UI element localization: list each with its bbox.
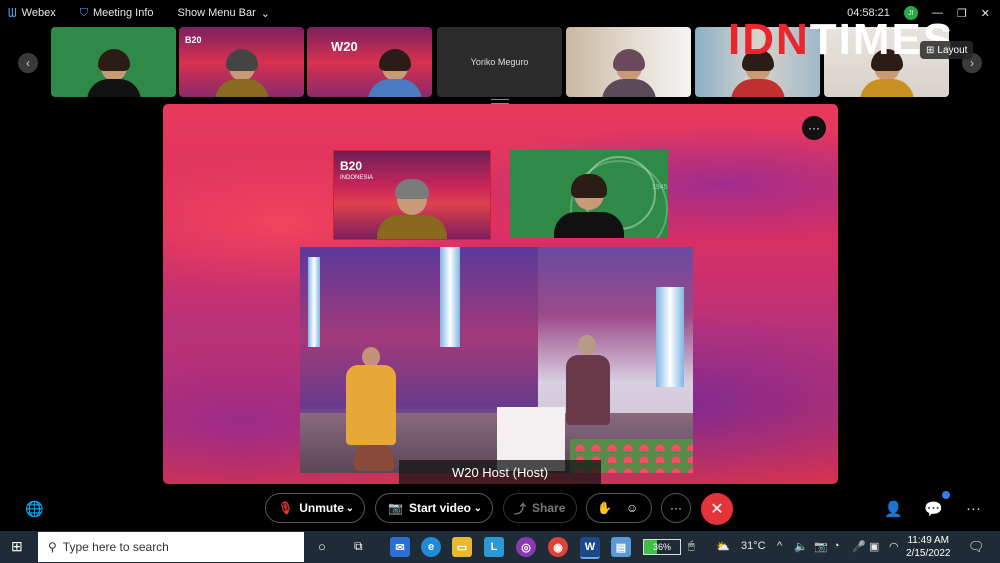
task-view-icon[interactable]: ⧉ xyxy=(354,539,363,554)
participant-figure xyxy=(214,49,269,97)
participant-figure xyxy=(601,49,656,97)
lync-app-icon[interactable]: L xyxy=(484,537,504,557)
chevron-left-icon: ‹ xyxy=(26,56,30,70)
chrome-browser-icon[interactable]: ◉ xyxy=(548,537,568,557)
main-video-stage: ··· B20 INDONESIA 1901 1945 xyxy=(163,104,838,484)
chevron-up-icon[interactable]: ^ xyxy=(777,540,782,552)
share-icon: ⤴ xyxy=(514,501,527,516)
chat-icon[interactable]: 💬 xyxy=(924,500,943,518)
close-icon: ✕ xyxy=(710,501,724,518)
more-panels-icon[interactable]: ··· xyxy=(966,500,981,517)
chevron-down-icon[interactable]: ⌄ xyxy=(346,503,364,514)
globe-icon[interactable]: 🌐 xyxy=(25,500,44,518)
seal-year-right: 1945 xyxy=(652,184,668,191)
show-menu-bar-button[interactable]: Show Menu Bar ⌄ xyxy=(178,7,270,20)
b20-logo-text: B20 xyxy=(340,159,363,173)
webex-logo-icon: ᗯ xyxy=(8,5,17,20)
search-placeholder: Type here to search xyxy=(62,540,169,554)
reactions-group: ✋ ☺ xyxy=(586,493,652,523)
volume-icon[interactable]: 🔈 xyxy=(794,540,808,553)
speaker-figure xyxy=(554,172,624,238)
webex-app-label[interactable]: ᗯ Webex xyxy=(8,6,56,21)
webex-taskbar-icon[interactable]: W xyxy=(580,537,600,559)
taskbar-clock[interactable]: 11:49 AM 2/15/2022 xyxy=(906,534,951,560)
ellipsis-icon: ··· xyxy=(670,501,682,515)
flag-left xyxy=(308,257,320,347)
chat-notification-dot xyxy=(942,491,950,499)
grid-icon: ⊞ xyxy=(926,44,935,56)
weather-temperature[interactable]: 31°C xyxy=(741,540,766,552)
participant-name-label: Yoriko Meguro xyxy=(437,27,562,97)
display-icon[interactable]: ▣ xyxy=(869,540,879,553)
chevron-down-icon: ⌄ xyxy=(260,7,270,20)
search-icon: ⚲ xyxy=(48,540,57,554)
share-button[interactable]: ⤴ Share xyxy=(503,493,577,523)
windows-start-icon[interactable]: ⊞ xyxy=(11,538,23,555)
show-menu-bar-label: Show Menu Bar xyxy=(177,7,256,19)
strip-prev-button[interactable]: ‹ xyxy=(18,53,38,73)
speaker-figure xyxy=(377,177,447,239)
participant-thumb-3[interactable]: W20 xyxy=(307,27,432,97)
stage-tile-green: 1901 1945 xyxy=(510,150,668,238)
start-video-label: Start video xyxy=(408,501,471,515)
ellipsis-icon: ··· xyxy=(808,121,820,135)
app-name: Webex xyxy=(21,7,56,19)
app-icon-purple[interactable]: ◎ xyxy=(516,537,536,557)
microphone-icon[interactable]: 🎤 xyxy=(852,540,866,553)
weather-icon[interactable]: ⛅ xyxy=(716,540,730,553)
participant-thumb-1[interactable] xyxy=(51,27,176,97)
participant-thumb-yoriko[interactable]: Yoriko Meguro xyxy=(437,27,562,97)
video-off-icon: 📷 xyxy=(388,501,403,515)
watermark-idn: IDN xyxy=(728,15,810,64)
clock-date: 2/15/2022 xyxy=(906,548,951,559)
participant-thumb-2[interactable]: B20 xyxy=(179,27,304,97)
stage-tile-b20: B20 INDONESIA xyxy=(333,150,491,240)
close-icon[interactable]: ✕ xyxy=(981,7,990,20)
w20-logo-text: W20 xyxy=(331,39,358,54)
participant-thumb-5[interactable] xyxy=(566,27,691,97)
argentina-flag xyxy=(656,287,684,387)
file-explorer-icon[interactable]: ▭ xyxy=(452,537,472,557)
stage-main-camera-feed xyxy=(300,247,693,473)
unmute-button[interactable]: 🎙 Unmute ⌄ xyxy=(265,493,365,523)
share-label: Share xyxy=(532,501,566,515)
cortana-icon[interactable]: ○ xyxy=(318,539,326,554)
meeting-control-bar: 🌐 🎙 Unmute ⌄ 📷 Start video ⌄ ⤴ Share ✋ ☺… xyxy=(0,486,1000,531)
leave-meeting-button[interactable]: ✕ xyxy=(701,493,733,525)
meeting-info-label: Meeting Info xyxy=(92,7,154,19)
wifi-icon[interactable]: ◠ xyxy=(889,540,899,553)
network-icon[interactable]: ◔ xyxy=(833,540,840,552)
shield-icon: ⛉ xyxy=(79,6,88,19)
app-icon-blue[interactable]: ▤ xyxy=(611,537,631,557)
mic-muted-icon: 🎙 xyxy=(278,501,294,515)
restore-icon[interactable]: ❐ xyxy=(957,7,967,20)
active-speaker-label: W20 Host (Host) xyxy=(399,460,601,484)
mouse-icon[interactable]: 🖱 xyxy=(688,540,695,553)
reaction-emoji-icon[interactable]: ☺ xyxy=(626,501,638,515)
battery-indicator: 36% xyxy=(643,539,681,555)
meeting-info-button[interactable]: ⛉ Meeting Info xyxy=(80,7,154,20)
layout-label: Layout xyxy=(937,44,968,56)
chevron-down-icon[interactable]: ⌄ xyxy=(474,503,492,514)
windows-taskbar: ⊞ ⚲ Type here to search ○ ⧉ ✉ e ▭ L ◎ ◉ … xyxy=(0,531,1000,563)
edge-browser-icon[interactable]: e xyxy=(421,537,441,557)
start-video-button[interactable]: 📷 Start video ⌄ xyxy=(375,493,493,523)
mail-app-icon[interactable]: ✉ xyxy=(390,537,410,557)
flag-center xyxy=(440,247,460,347)
clock-time: 11:49 AM xyxy=(907,535,949,546)
layout-button[interactable]: ⊞ Layout xyxy=(920,41,974,59)
raise-hand-icon[interactable]: ✋ xyxy=(597,501,612,515)
participants-icon[interactable]: 👤 xyxy=(884,500,903,518)
notifications-icon[interactable]: 🗨 xyxy=(968,539,985,555)
more-options-button[interactable]: ··· xyxy=(661,493,691,523)
camera-icon[interactable]: 📷 xyxy=(814,540,828,553)
unmute-label: Unmute xyxy=(299,501,344,515)
b20-logo-text: B20 xyxy=(185,35,202,45)
taskbar-search-input[interactable]: ⚲ Type here to search xyxy=(38,532,304,562)
b20-sub-text: INDONESIA xyxy=(340,175,374,181)
participant-figure xyxy=(86,49,141,97)
stage-more-options-button[interactable]: ··· xyxy=(802,116,826,140)
participant-figure xyxy=(368,49,422,97)
